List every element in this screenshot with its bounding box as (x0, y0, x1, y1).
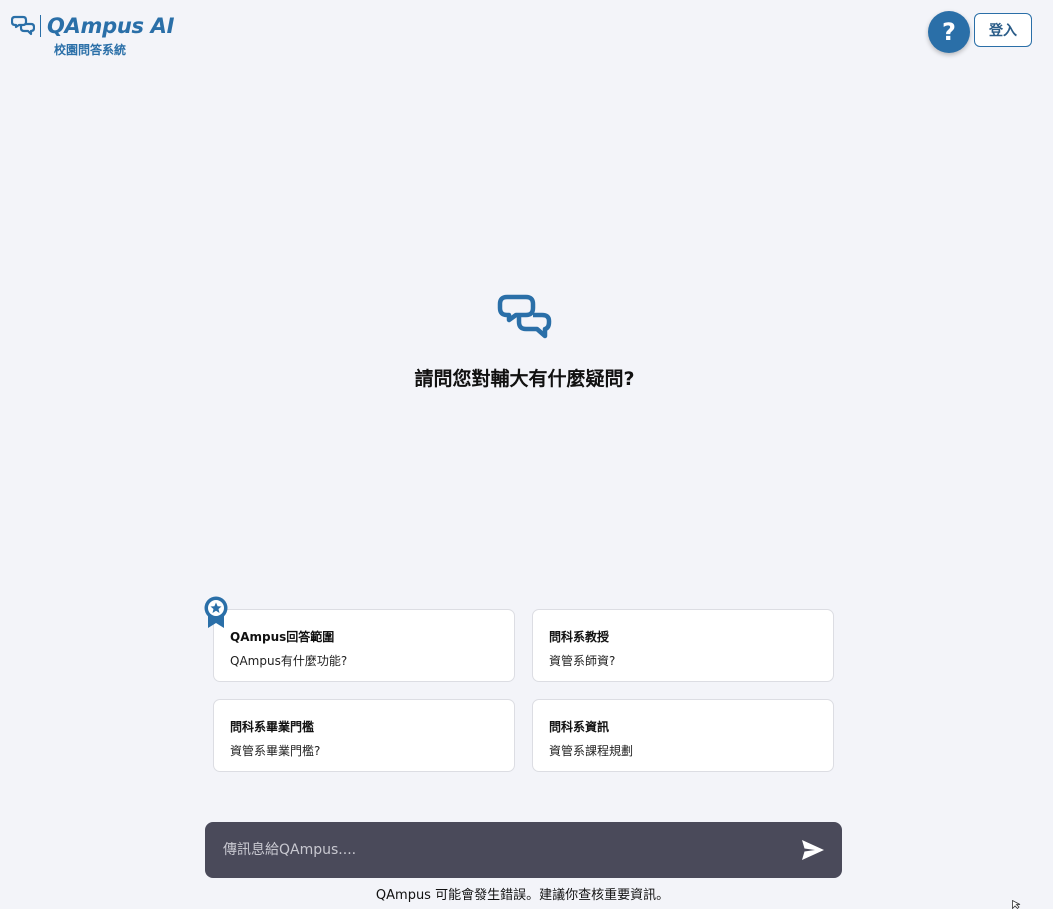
send-icon (802, 840, 824, 860)
logo-subtitle: 校園問答系統 (54, 43, 127, 57)
hero-title: 請問您對輔大有什麼疑問? (414, 368, 635, 390)
mouse-cursor-icon (1012, 900, 1021, 909)
help-button[interactable]: ? (928, 11, 970, 53)
login-button[interactable]: 登入 (974, 13, 1032, 47)
suggestion-title: QAmpus回答範圍 (230, 630, 335, 644)
app-logo[interactable]: QAmpus AI 校園問答系統 (11, 14, 174, 58)
suggestion-title: 問科系畢業門檻 (230, 720, 315, 734)
logo-divider (40, 15, 41, 37)
suggestion-subtitle: 資管系師資? (549, 654, 616, 668)
send-button[interactable] (800, 838, 826, 862)
suggestion-card[interactable]: QAmpus回答範圍 QAmpus有什麼功能? (213, 609, 515, 682)
award-ribbon-icon (204, 596, 228, 628)
suggestion-card[interactable]: 問科系資訊 資管系課程規劃 (532, 699, 834, 772)
suggestion-title: 問科系教授 (549, 630, 610, 644)
message-input[interactable] (221, 841, 800, 859)
message-composer (205, 822, 842, 878)
chat-bubbles-icon (11, 15, 35, 36)
disclaimer-text: QAmpus 可能會發生錯誤。建議你查核重要資訊。 (375, 888, 670, 903)
suggestion-subtitle: 資管系課程規劃 (549, 744, 634, 758)
chat-bubbles-icon (497, 294, 552, 339)
suggestion-subtitle: QAmpus有什麼功能? (230, 654, 348, 668)
suggestion-subtitle: 資管系畢業門檻? (230, 744, 321, 758)
logo-text: QAmpus AI (47, 14, 175, 38)
suggestion-title: 問科系資訊 (549, 720, 610, 734)
suggestion-card[interactable]: 問科系教授 資管系師資? (532, 609, 834, 682)
suggestion-card[interactable]: 問科系畢業門檻 資管系畢業門檻? (213, 699, 515, 772)
